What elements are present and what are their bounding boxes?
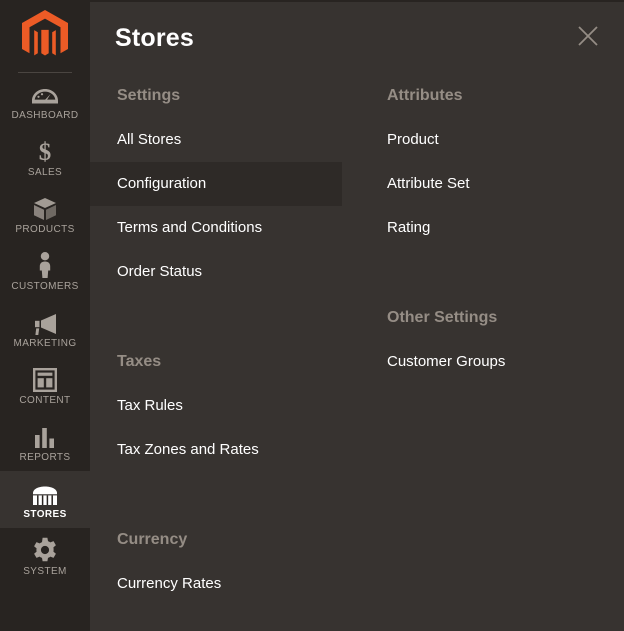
menu-item-attribute-set[interactable]: Attribute Set — [360, 162, 612, 206]
menu-item-product[interactable]: Product — [360, 118, 612, 162]
menu-item-all-stores[interactable]: All Stores — [90, 118, 342, 162]
menu-item-rating[interactable]: Rating — [360, 206, 612, 250]
menu-item-tax-rules[interactable]: Tax Rules — [90, 384, 342, 428]
sidebar-item-content[interactable]: CONTENT — [0, 357, 90, 414]
menu-group-heading: Taxes — [90, 340, 360, 384]
panel-header: Stores — [90, 2, 624, 74]
menu-group-heading: Attributes — [360, 74, 624, 118]
magento-logo-icon — [22, 10, 68, 62]
menu-group-heading: Currency — [90, 518, 360, 562]
sidebar-item-label: CUSTOMERS — [11, 281, 78, 292]
person-icon — [37, 252, 53, 278]
sidebar-item-label: SYSTEM — [23, 566, 67, 577]
menu-item-configuration[interactable]: Configuration — [90, 162, 342, 206]
sidebar-item-system[interactable]: SYSTEM — [0, 528, 90, 585]
sidebar-item-label: SALES — [28, 167, 62, 178]
layout-page-icon — [33, 366, 57, 392]
menu-item-customer-groups[interactable]: Customer Groups — [360, 340, 612, 384]
box-icon — [33, 195, 57, 221]
menu-group-attributes: Attributes Product Attribute Set Rating — [360, 74, 624, 250]
sidebar-item-reports[interactable]: REPORTS — [0, 414, 90, 471]
menu-group-heading: Settings — [90, 74, 360, 118]
menu-columns: Settings All Stores Configuration Terms … — [90, 74, 624, 606]
menu-group-other-settings: Other Settings Customer Groups — [360, 296, 624, 384]
menu-group-heading: Other Settings — [360, 296, 624, 340]
menu-column-left: Settings All Stores Configuration Terms … — [90, 74, 360, 606]
sidebar-item-label: CONTENT — [19, 395, 70, 406]
bar-chart-icon — [34, 423, 56, 449]
sidebar-item-label: STORES — [23, 509, 66, 520]
menu-group-currency: Currency Currency Rates — [90, 518, 360, 606]
sidebar-item-sales[interactable]: $ SALES — [0, 129, 90, 186]
menu-item-terms-and-conditions[interactable]: Terms and Conditions — [90, 206, 342, 250]
menu-item-currency-rates[interactable]: Currency Rates — [90, 562, 342, 606]
sidebar-item-label: MARKETING — [13, 338, 76, 349]
sidebar-item-customers[interactable]: CUSTOMERS — [0, 243, 90, 300]
menu-column-right: Attributes Product Attribute Set Rating … — [360, 74, 624, 606]
dollar-sign-icon: $ — [36, 138, 54, 164]
group-spacer — [90, 472, 360, 518]
group-spacer — [90, 294, 360, 340]
dashboard-gauge-icon — [32, 81, 58, 107]
close-menu-button[interactable] — [574, 24, 602, 52]
sidebar-item-stores[interactable]: STORES — [0, 471, 90, 528]
page-title: Stores — [115, 24, 194, 53]
menu-item-tax-zones-and-rates[interactable]: Tax Zones and Rates — [90, 428, 342, 472]
sidebar-item-dashboard[interactable]: DASHBOARD — [0, 72, 90, 129]
megaphone-icon — [32, 309, 58, 335]
close-x-icon — [577, 25, 599, 52]
menu-group-settings: Settings All Stores Configuration Terms … — [90, 74, 360, 294]
sidebar-item-label: PRODUCTS — [15, 224, 74, 235]
gear-icon — [32, 537, 58, 563]
menu-group-taxes: Taxes Tax Rules Tax Zones and Rates — [90, 340, 360, 472]
menu-item-order-status[interactable]: Order Status — [90, 250, 342, 294]
sidebar-item-label: DASHBOARD — [12, 110, 79, 121]
magento-logo[interactable] — [0, 0, 90, 72]
magento-admin-stores-menu: DASHBOARD $ SALES PRODUCTS — [0, 0, 624, 631]
group-spacer — [360, 250, 624, 296]
storefront-icon — [31, 480, 59, 506]
sidebar-item-products[interactable]: PRODUCTS — [0, 186, 90, 243]
admin-sidebar: DASHBOARD $ SALES PRODUCTS — [0, 0, 90, 631]
sidebar-item-marketing[interactable]: MARKETING — [0, 300, 90, 357]
stores-menu-panel: Stores Settings All Stores Configuration… — [90, 0, 624, 631]
sidebar-item-label: REPORTS — [20, 452, 71, 463]
svg-text:$: $ — [39, 139, 52, 164]
